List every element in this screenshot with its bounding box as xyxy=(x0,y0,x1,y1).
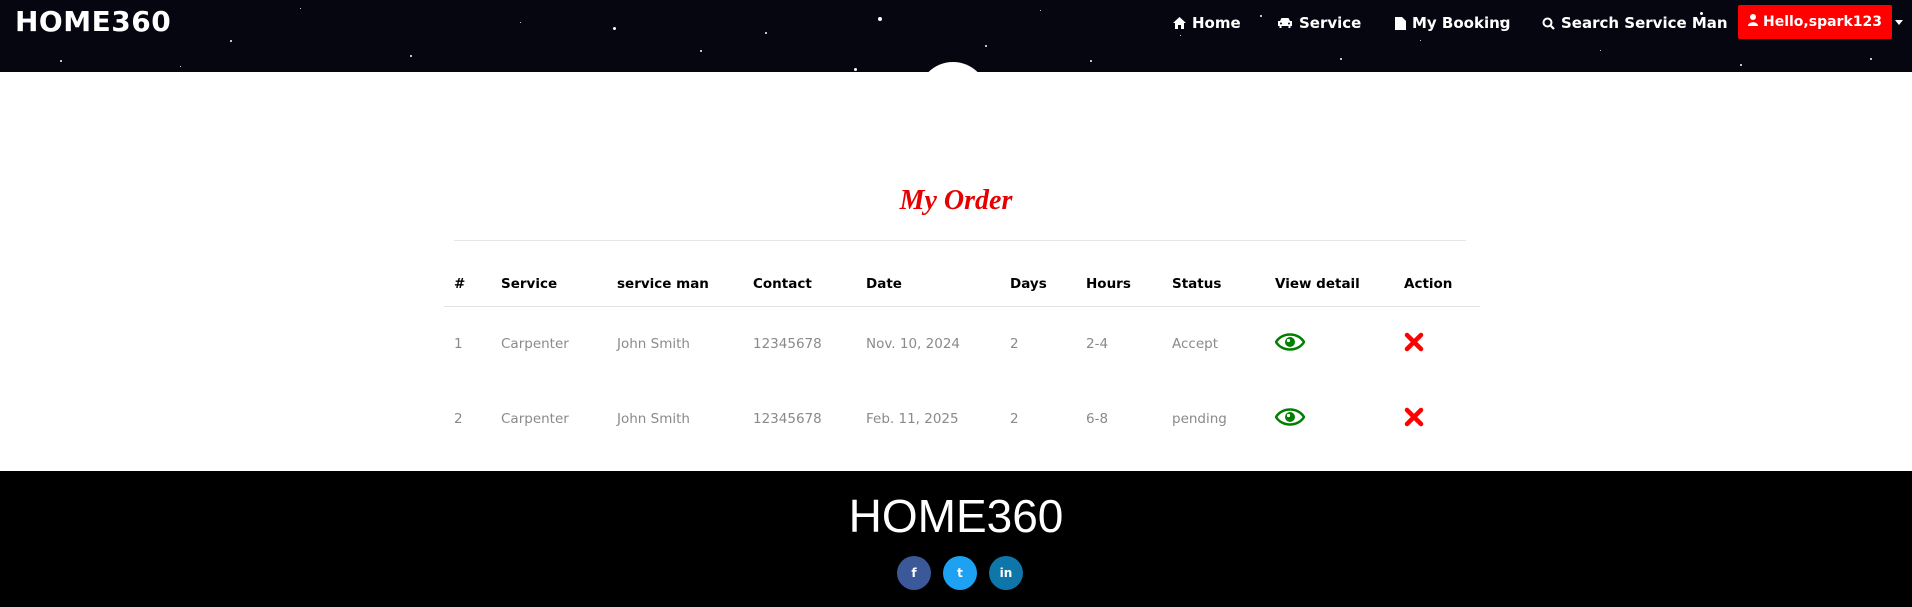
nav-my-booking[interactable]: My Booking xyxy=(1395,13,1511,33)
cell-action xyxy=(1394,306,1480,381)
cell-days: 2 xyxy=(1010,410,1019,427)
cell-number: 2 xyxy=(454,410,463,427)
col-header-contact: Contact xyxy=(743,262,856,307)
user-menu-button[interactable]: Hello,spark123 xyxy=(1738,5,1903,39)
cell-contact: 12345678 xyxy=(753,335,822,352)
brand-logo[interactable]: HOME360 xyxy=(15,5,171,38)
nav-service[interactable]: Service xyxy=(1277,13,1361,33)
cell-date: Nov. 10, 2024 xyxy=(866,335,960,352)
cell-view-detail xyxy=(1265,306,1394,381)
delete-x-icon[interactable] xyxy=(1404,332,1424,356)
home-icon xyxy=(1173,17,1186,29)
orders-table: # Service service man Contact Date Days … xyxy=(444,262,1480,456)
cell-action xyxy=(1394,381,1480,456)
page-title: My Order xyxy=(899,185,1013,216)
col-header-status: Status xyxy=(1162,262,1265,307)
cell-hours: 2-4 xyxy=(1086,335,1109,352)
eye-icon[interactable] xyxy=(1274,332,1306,356)
cell-service-man: John Smith xyxy=(617,410,690,427)
col-header-hours: Hours xyxy=(1076,262,1162,307)
facebook-glyph: f xyxy=(911,566,917,580)
cell-number: 1 xyxy=(454,335,463,352)
linkedin-glyph: in xyxy=(999,566,1013,580)
delete-x-icon[interactable] xyxy=(1404,407,1424,431)
cell-service-man: John Smith xyxy=(617,335,690,352)
twitter-glyph: t xyxy=(957,566,963,580)
cell-status: Accept xyxy=(1172,335,1219,352)
col-header-date: Date xyxy=(856,262,1000,307)
col-header-service: Service xyxy=(491,262,607,307)
cell-service: Carpenter xyxy=(501,410,569,427)
user-icon xyxy=(1748,14,1758,30)
table-header-row: # Service service man Contact Date Days … xyxy=(444,262,1480,307)
col-header-days: Days xyxy=(1000,262,1076,307)
chevron-down-icon xyxy=(1895,19,1903,25)
facebook-icon[interactable]: f xyxy=(897,556,931,590)
nav-search-label: Search Service Man xyxy=(1561,14,1728,32)
search-icon xyxy=(1542,17,1555,30)
nav-home-label: Home xyxy=(1192,14,1241,32)
eye-icon[interactable] xyxy=(1274,407,1306,431)
table-row: 1 Carpenter John Smith 12345678 Nov. 10,… xyxy=(444,306,1480,381)
table-row: 2 Carpenter John Smith 12345678 Feb. 11,… xyxy=(444,381,1480,456)
footer: HOME360 f t in xyxy=(0,471,1912,607)
user-menu-label: Hello,spark123 xyxy=(1763,14,1882,30)
cell-days: 2 xyxy=(1010,335,1019,352)
footer-brand: HOME360 xyxy=(848,490,1064,542)
nav-search-service-man[interactable]: Search Service Man xyxy=(1542,13,1728,33)
cell-date: Feb. 11, 2025 xyxy=(866,410,959,427)
cell-hours: 6-8 xyxy=(1086,410,1109,427)
car-icon xyxy=(1277,17,1293,29)
cell-service: Carpenter xyxy=(501,335,569,352)
linkedin-icon[interactable]: in xyxy=(989,556,1023,590)
nav-service-label: Service xyxy=(1299,14,1362,32)
col-header-service-man: service man xyxy=(607,262,743,307)
col-header-action: Action xyxy=(1394,262,1480,307)
nav-my-booking-label: My Booking xyxy=(1412,14,1511,32)
cell-status: pending xyxy=(1172,410,1227,427)
file-icon xyxy=(1395,16,1406,30)
col-header-view-detail: View detail xyxy=(1265,262,1394,307)
cell-contact: 12345678 xyxy=(753,410,822,427)
cell-view-detail xyxy=(1265,381,1394,456)
profile-circle-decoration xyxy=(918,62,988,132)
nav-home[interactable]: Home xyxy=(1173,13,1241,33)
col-header-number: # xyxy=(444,262,491,307)
twitter-icon[interactable]: t xyxy=(943,556,977,590)
title-divider xyxy=(454,240,1466,241)
